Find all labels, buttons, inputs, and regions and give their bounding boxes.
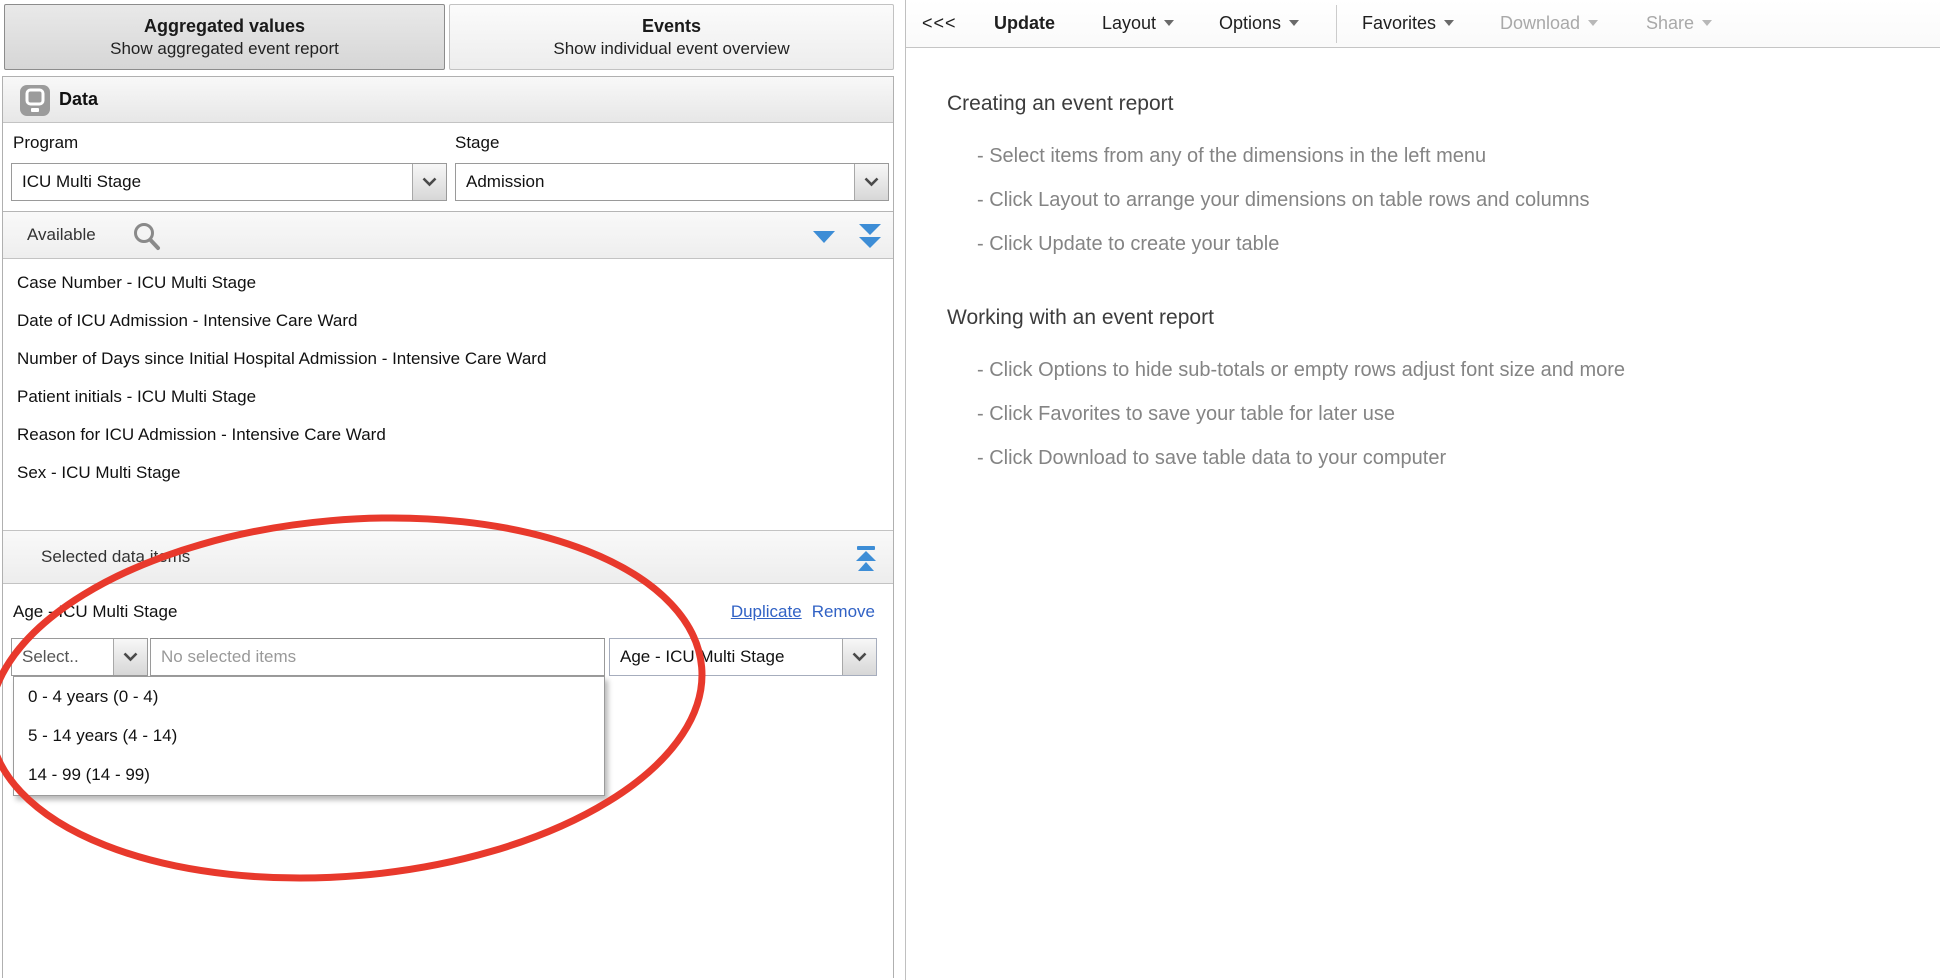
data-section-title: Data	[59, 89, 98, 110]
selected-title: Selected data items	[41, 547, 190, 567]
selected-item-row: Age - ICU Multi Stage Duplicate Remove	[13, 600, 875, 626]
chevron-down-icon[interactable]	[842, 639, 876, 675]
search-icon[interactable]	[131, 221, 163, 258]
available-item[interactable]: Patient initials - ICU Multi Stage	[3, 378, 893, 416]
layout-menu-button[interactable]: Layout	[1102, 0, 1174, 47]
toolbar-divider	[1336, 5, 1337, 43]
help-bullets-creating: - Select items from any of the dimension…	[977, 134, 1887, 266]
help-bullet: - Click Update to create your table	[977, 222, 1887, 266]
dropdown-option[interactable]: 0 - 4 years (0 - 4)	[14, 677, 604, 716]
favorites-menu-button[interactable]: Favorites	[1362, 0, 1454, 47]
share-menu-button: Share	[1646, 0, 1712, 47]
duplicate-link[interactable]: Duplicate	[731, 602, 802, 621]
caret-down-icon	[1702, 20, 1712, 26]
tab-title: Events	[450, 15, 893, 38]
data-icon	[19, 84, 51, 122]
help-heading-creating: Creating an event report	[947, 92, 1887, 116]
available-item[interactable]: Number of Days since Initial Hospital Ad…	[3, 340, 893, 378]
tab-subtitle: Show individual event overview	[450, 38, 893, 60]
help-heading-working: Working with an event report	[947, 306, 1887, 330]
caret-down-icon	[1444, 20, 1454, 26]
tab-title: Aggregated values	[5, 15, 444, 38]
layout-label: Layout	[1102, 13, 1156, 33]
stage-select[interactable]: Admission	[455, 163, 889, 201]
chevron-down-icon[interactable]	[412, 164, 446, 200]
help-bullet: - Select items from any of the dimension…	[977, 134, 1887, 178]
chevron-down-icon[interactable]	[854, 164, 888, 200]
selected-item-name: Age - ICU Multi Stage	[13, 602, 177, 622]
available-title: Available	[27, 225, 96, 245]
collapse-west-panel-button[interactable]: <<<	[922, 0, 957, 47]
select-down-icon[interactable]	[809, 222, 839, 252]
share-label: Share	[1646, 13, 1694, 33]
options-menu-button[interactable]: Options	[1219, 0, 1299, 47]
help-bullet: - Click Layout to arrange your dimension…	[977, 178, 1887, 222]
selected-data-items-body: Age - ICU Multi Stage Duplicate Remove Se…	[3, 584, 893, 979]
data-element-select[interactable]: Age - ICU Multi Stage	[609, 638, 877, 676]
update-button[interactable]: Update	[994, 0, 1055, 47]
stage-label: Stage	[455, 133, 499, 153]
caret-down-icon	[1164, 20, 1174, 26]
favorites-label: Favorites	[1362, 13, 1436, 33]
dimensions-panel: Data Program Stage ICU Multi Stage Admis…	[2, 76, 894, 978]
program-select[interactable]: ICU Multi Stage	[11, 163, 447, 201]
stage-value: Admission	[456, 164, 854, 200]
option-set-dropdown: 0 - 4 years (0 - 4)5 - 14 years (4 - 14)…	[13, 676, 605, 796]
select-all-down-icon[interactable]	[855, 222, 885, 252]
help-bullets-working: - Click Options to hide sub-totals or em…	[977, 348, 1887, 480]
operator-select[interactable]: Select..	[11, 638, 148, 676]
available-item[interactable]: Sex - ICU Multi Stage	[3, 454, 893, 492]
chevron-down-icon[interactable]	[113, 639, 147, 675]
remove-all-up-icon[interactable]	[851, 544, 881, 574]
caret-down-icon	[1588, 20, 1598, 26]
operator-value: Select..	[12, 639, 113, 675]
available-items-header: Available	[3, 211, 893, 259]
tab-events[interactable]: Events Show individual event overview	[449, 4, 894, 70]
download-label: Download	[1500, 13, 1580, 33]
help-bullet: - Click Options to hide sub-totals or em…	[977, 348, 1887, 392]
data-element-value: Age - ICU Multi Stage	[610, 639, 842, 675]
help-bullet: - Click Download to save table data to y…	[977, 436, 1887, 480]
available-items-list: Case Number - ICU Multi StageDate of ICU…	[3, 259, 893, 530]
report-panel: <<< Update Layout Options Favorites Down…	[905, 0, 1940, 980]
data-accordion-header[interactable]: Data	[3, 77, 893, 123]
help-text: Creating an event report - Select items …	[947, 92, 1887, 480]
download-menu-button: Download	[1500, 0, 1598, 47]
available-item[interactable]: Reason for ICU Admission - Intensive Car…	[3, 416, 893, 454]
program-label: Program	[13, 133, 78, 153]
options-label: Options	[1219, 13, 1281, 33]
program-value: ICU Multi Stage	[12, 164, 412, 200]
selected-data-items-header: Selected data items	[3, 530, 893, 584]
filter-items-input[interactable]	[150, 638, 605, 676]
dropdown-option[interactable]: 5 - 14 years (4 - 14)	[14, 716, 604, 755]
available-item[interactable]: Date of ICU Admission - Intensive Care W…	[3, 302, 893, 340]
tab-subtitle: Show aggregated event report	[5, 38, 444, 60]
available-item[interactable]: Case Number - ICU Multi Stage	[3, 264, 893, 302]
tab-aggregated-values[interactable]: Aggregated values Show aggregated event …	[4, 4, 445, 70]
dropdown-option[interactable]: 14 - 99 (14 - 99)	[14, 755, 604, 794]
remove-link[interactable]: Remove	[812, 602, 875, 621]
help-bullet: - Click Favorites to save your table for…	[977, 392, 1887, 436]
toolbar: <<< Update Layout Options Favorites Down…	[906, 0, 1940, 48]
caret-down-icon	[1289, 20, 1299, 26]
